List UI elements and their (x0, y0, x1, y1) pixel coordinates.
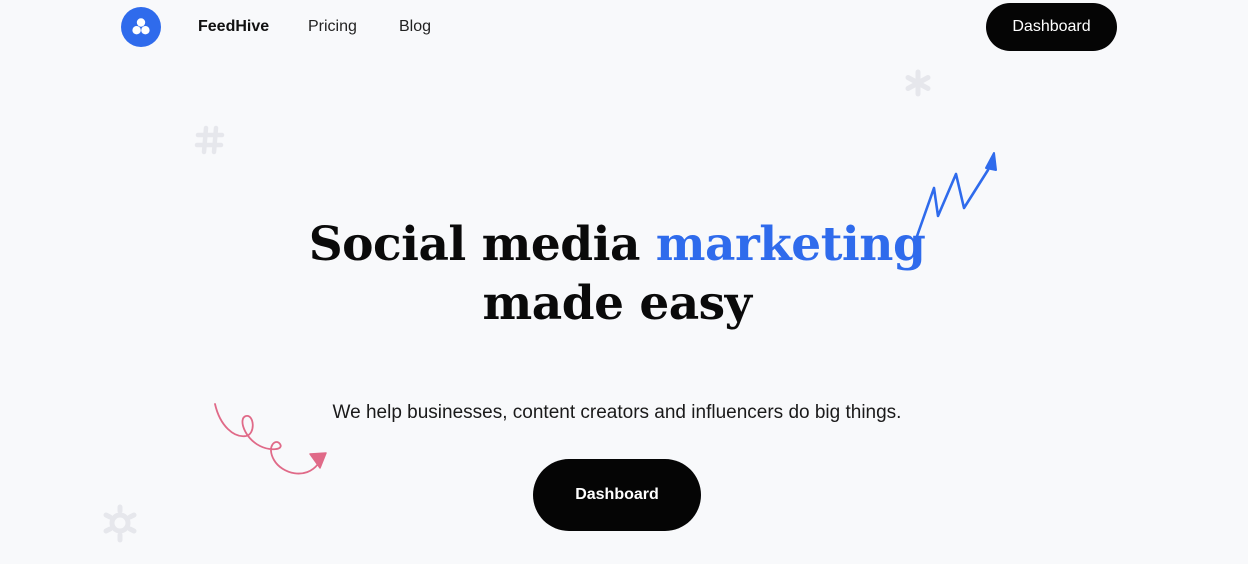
gear-icon (103, 504, 137, 543)
nav-blog-link[interactable]: Blog (399, 17, 431, 37)
hero-title-line2: made easy (482, 276, 752, 331)
asterisk-icon (905, 69, 931, 97)
hero-title: Social media marketing made easy (0, 215, 1234, 333)
hashtag-icon (194, 125, 225, 155)
nav-pricing-link[interactable]: Pricing (308, 17, 357, 37)
hero-subtitle: We help businesses, content creators and… (332, 402, 902, 423)
landing-page: FeedHive Pricing Blog Dashboard Social m… (0, 0, 1248, 564)
hero-dashboard-button[interactable]: Dashboard (533, 459, 701, 531)
logo-button[interactable] (121, 7, 161, 47)
hero-title-accent: marketing (655, 217, 926, 272)
hero-title-part1: Social media (308, 217, 656, 272)
header-dashboard-button[interactable]: Dashboard (986, 3, 1117, 51)
hexagon-cluster-icon (132, 18, 150, 35)
nav-brand-link[interactable]: FeedHive (198, 17, 269, 37)
